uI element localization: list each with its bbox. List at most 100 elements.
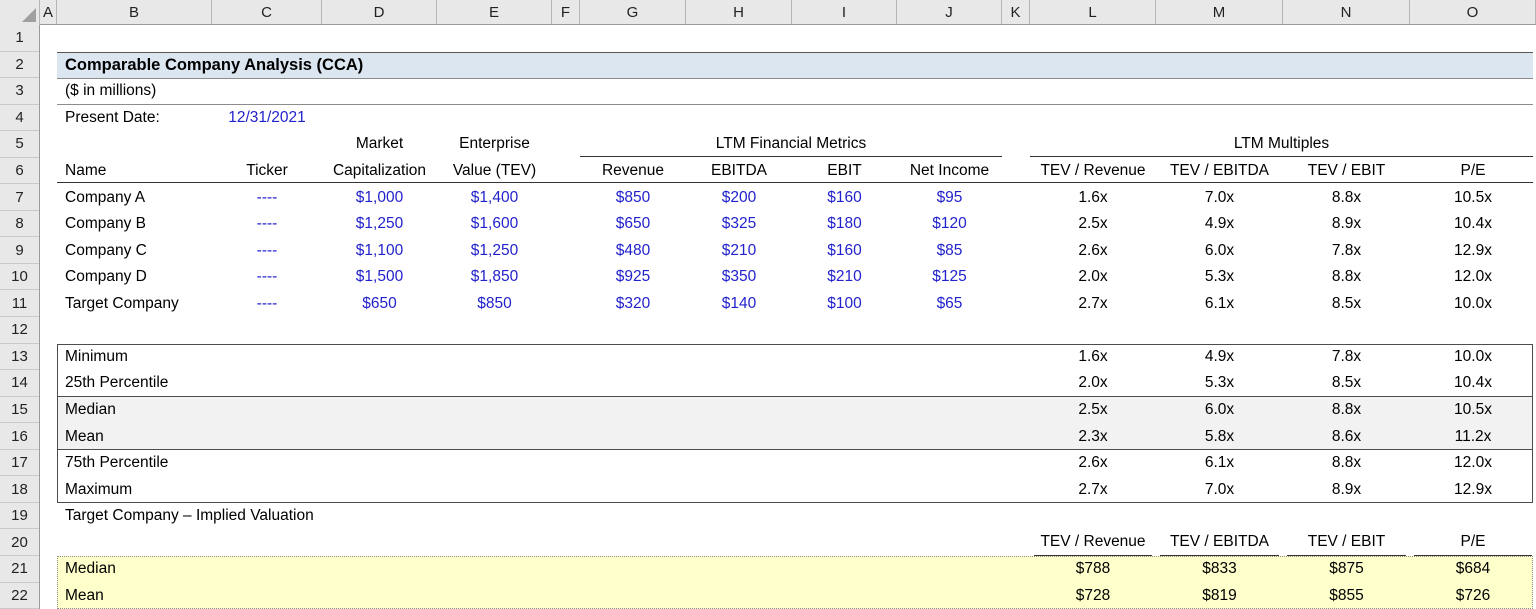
cell-H8[interactable]: $325 — [686, 211, 792, 238]
cell-M11[interactable]: 6.1x — [1156, 291, 1283, 318]
cell-B22[interactable]: Mean — [57, 583, 212, 609]
cell-N15[interactable]: 8.8x — [1283, 397, 1410, 424]
cell-O10[interactable]: 12.0x — [1410, 264, 1536, 291]
cell-H9[interactable]: $210 — [686, 237, 792, 264]
cell-I7[interactable]: $160 — [792, 184, 897, 211]
cell-B17[interactable]: 75th Percentile — [57, 450, 212, 477]
column-header-C[interactable]: C — [212, 0, 322, 24]
cell-O20[interactable]: P/E — [1414, 529, 1532, 556]
cell-J6[interactable]: Net Income — [897, 158, 1002, 185]
cell-M21[interactable]: $833 — [1156, 556, 1283, 583]
row-header-5[interactable]: 5 — [0, 131, 39, 158]
row-header-2[interactable]: 2 — [0, 52, 39, 79]
cell-L11[interactable]: 2.7x — [1030, 291, 1156, 318]
row-header-12[interactable]: 12 — [0, 317, 39, 344]
cell-M17[interactable]: 6.1x — [1156, 450, 1283, 477]
row-header-20[interactable]: 20 — [0, 529, 39, 556]
cell-C7[interactable]: ---- — [212, 184, 322, 211]
cell-L7[interactable]: 1.6x — [1030, 184, 1156, 211]
row-header-17[interactable]: 17 — [0, 450, 39, 477]
column-header-D[interactable]: D — [322, 0, 437, 24]
cell-B8[interactable]: Company B — [57, 211, 212, 238]
cell-C9[interactable]: ---- — [212, 237, 322, 264]
cell-C11[interactable]: ---- — [212, 291, 322, 318]
cell-O8[interactable]: 10.4x — [1410, 211, 1536, 238]
select-all-corner[interactable] — [0, 0, 40, 25]
cell-B18[interactable]: Maximum — [57, 476, 212, 503]
cell-N14[interactable]: 8.5x — [1283, 370, 1410, 397]
cell-D11[interactable]: $650 — [322, 291, 437, 318]
present-date-value[interactable]: 12/31/2021 — [212, 105, 322, 132]
cell-B10[interactable]: Company D — [57, 264, 212, 291]
cell-G10[interactable]: $925 — [580, 264, 686, 291]
column-header-M[interactable]: M — [1156, 0, 1283, 24]
row-header-4[interactable]: 4 — [0, 105, 39, 132]
cell-B11[interactable]: Target Company — [57, 291, 212, 318]
column-header-I[interactable]: I — [792, 0, 897, 24]
cell-L20[interactable]: TEV / Revenue — [1034, 529, 1152, 556]
cell-M18[interactable]: 7.0x — [1156, 476, 1283, 503]
column-header-E[interactable]: E — [437, 0, 552, 24]
cell-O11[interactable]: 10.0x — [1410, 291, 1536, 318]
cell-G6[interactable]: Revenue — [580, 158, 686, 185]
row-header-6[interactable]: 6 — [0, 158, 39, 185]
cell-O16[interactable]: 11.2x — [1410, 423, 1536, 450]
cell-G8[interactable]: $650 — [580, 211, 686, 238]
cell-J7[interactable]: $95 — [897, 184, 1002, 211]
cell-E6[interactable]: Value (TEV) — [437, 158, 552, 185]
cell-O18[interactable]: 12.9x — [1410, 476, 1536, 503]
column-header-L[interactable]: L — [1030, 0, 1156, 24]
cell-E9[interactable]: $1,250 — [437, 237, 552, 264]
row-header-22[interactable]: 22 — [0, 583, 39, 609]
row-header-7[interactable]: 7 — [0, 184, 39, 211]
sheet-title-bar[interactable]: Comparable Company Analysis (CCA) — [57, 52, 1533, 79]
cell-O17[interactable]: 12.0x — [1410, 450, 1536, 477]
column-header-N[interactable]: N — [1283, 0, 1410, 24]
row-header-16[interactable]: 16 — [0, 423, 39, 450]
implied-valuation-section-title[interactable]: Target Company – Implied Valuation — [57, 503, 757, 530]
cell-L8[interactable]: 2.5x — [1030, 211, 1156, 238]
column-header-A[interactable]: A — [40, 0, 57, 24]
cell-N20[interactable]: TEV / EBIT — [1287, 529, 1406, 556]
cell-C10[interactable]: ---- — [212, 264, 322, 291]
cell-N7[interactable]: 8.8x — [1283, 184, 1410, 211]
cell-N21[interactable]: $875 — [1283, 556, 1410, 583]
cell-B7[interactable]: Company A — [57, 184, 212, 211]
present-date-label[interactable]: Present Date: — [57, 105, 212, 132]
cell-C8[interactable]: ---- — [212, 211, 322, 238]
cell-J8[interactable]: $120 — [897, 211, 1002, 238]
cell-L9[interactable]: 2.6x — [1030, 237, 1156, 264]
cell-B21[interactable]: Median — [57, 556, 212, 583]
cell-L15[interactable]: 2.5x — [1030, 397, 1156, 424]
cell-D5[interactable]: Market — [322, 131, 437, 158]
cell-B14[interactable]: 25th Percentile — [57, 370, 212, 397]
cell-D6[interactable]: Capitalization — [322, 158, 437, 185]
cell-M10[interactable]: 5.3x — [1156, 264, 1283, 291]
cell-G9[interactable]: $480 — [580, 237, 686, 264]
cell-N13[interactable]: 7.8x — [1283, 344, 1410, 371]
column-header-O[interactable]: O — [1410, 0, 1536, 24]
row-header-19[interactable]: 19 — [0, 503, 39, 530]
row-header-13[interactable]: 13 — [0, 344, 39, 371]
cell-O9[interactable]: 12.9x — [1410, 237, 1536, 264]
cell-B13[interactable]: Minimum — [57, 344, 212, 371]
cell-B6[interactable]: Name — [57, 158, 212, 185]
cell-L17[interactable]: 2.6x — [1030, 450, 1156, 477]
cell-B16[interactable]: Mean — [57, 423, 212, 450]
column-header-K[interactable]: K — [1002, 0, 1030, 24]
cell-N10[interactable]: 8.8x — [1283, 264, 1410, 291]
column-header-H[interactable]: H — [686, 0, 792, 24]
row-header-9[interactable]: 9 — [0, 237, 39, 264]
row-header-8[interactable]: 8 — [0, 211, 39, 238]
cell-E5[interactable]: Enterprise — [437, 131, 552, 158]
cell-M13[interactable]: 4.9x — [1156, 344, 1283, 371]
cell-M8[interactable]: 4.9x — [1156, 211, 1283, 238]
cell-O14[interactable]: 10.4x — [1410, 370, 1536, 397]
cell-L13[interactable]: 1.6x — [1030, 344, 1156, 371]
group-header-ltm-multiples[interactable]: LTM Multiples — [1030, 131, 1533, 157]
cell-D9[interactable]: $1,100 — [322, 237, 437, 264]
cell-E11[interactable]: $850 — [437, 291, 552, 318]
cell-N11[interactable]: 8.5x — [1283, 291, 1410, 318]
cell-M20[interactable]: TEV / EBITDA — [1160, 529, 1279, 556]
cell-L18[interactable]: 2.7x — [1030, 476, 1156, 503]
